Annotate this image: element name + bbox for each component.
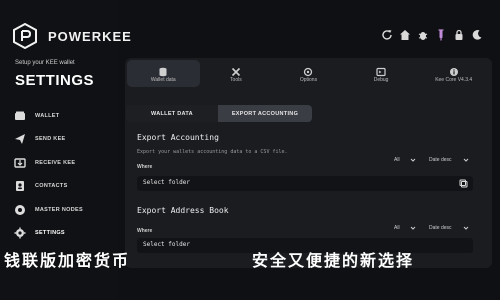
- settings-icon: [14, 227, 26, 239]
- syringe-icon[interactable]: [435, 29, 447, 41]
- refresh-icon[interactable]: [381, 29, 393, 41]
- sidebar-subtitle: Setup your KEE wallet: [15, 60, 75, 66]
- sidebar-item-label: SEND KEE: [35, 136, 66, 143]
- sidebar-item-label: MASTER NODES: [35, 206, 83, 213]
- sidebar-item-label: RECEIVE KEE: [35, 159, 76, 166]
- sidebar-item-label: WALLET: [35, 112, 60, 119]
- subtab-wallet-data[interactable]: WALLET DATA: [126, 105, 218, 122]
- tab-tools[interactable]: Tools: [200, 60, 273, 87]
- receive-icon: [14, 157, 26, 169]
- filter-value: All: [394, 157, 400, 163]
- debug-icon: [376, 64, 386, 77]
- export-accounting-folder-field[interactable]: Select folder: [137, 176, 473, 191]
- lock-icon[interactable]: [453, 29, 465, 41]
- tab-label: Tools: [230, 77, 242, 83]
- tab-options[interactable]: Options: [272, 60, 345, 87]
- tools-icon: [231, 64, 241, 77]
- copy-icon[interactable]: [459, 179, 468, 188]
- sidebar-item-receive-kee[interactable]: RECEIVE KEE: [14, 151, 112, 175]
- tab-label: Wallet data: [150, 77, 176, 83]
- main-panel: [125, 58, 492, 268]
- sidebar-nav: WALLET SEND KEE RECEIVE KEE CONTACTS MAS…: [14, 104, 112, 245]
- sort-dropdown[interactable]: Date desc: [429, 157, 469, 163]
- options-icon: [303, 64, 313, 77]
- top-toolbar: [381, 29, 483, 41]
- tab-debug[interactable]: Debug: [345, 60, 418, 87]
- tab-label: Debug: [373, 77, 389, 83]
- sort-dropdown[interactable]: Date desc: [429, 225, 469, 231]
- sidebar-item-master-nodes[interactable]: MASTER NODES: [14, 198, 112, 222]
- banner-text-left: 钱联版加密货币: [4, 251, 131, 270]
- sort-value: Date desc: [429, 225, 452, 231]
- filter-value: All: [394, 225, 400, 231]
- wallet-data-subtabs: WALLET DATA EXPORT ACCOUNTING: [126, 105, 312, 122]
- moon-icon[interactable]: [471, 29, 483, 41]
- where-label: Where: [137, 164, 153, 170]
- tab-label: Options: [299, 77, 318, 83]
- folder-placeholder: Select folder: [143, 179, 190, 186]
- sidebar-item-contacts[interactable]: CONTACTS: [14, 175, 112, 199]
- brand-name: POWERKEE: [48, 28, 132, 44]
- page-title: SETTINGS: [15, 72, 95, 89]
- chevron-down-icon: [463, 226, 469, 230]
- export-address-book-title: Export Address Book: [137, 206, 229, 215]
- bug-icon[interactable]: [417, 29, 429, 41]
- sidebar-item-label: CONTACTS: [35, 183, 68, 190]
- sort-value: Date desc: [429, 157, 452, 163]
- contacts-icon: [14, 180, 26, 192]
- subtab-export-accounting[interactable]: EXPORT ACCOUNTING: [218, 105, 312, 122]
- home-icon[interactable]: [399, 29, 411, 41]
- sidebar-item-send-kee[interactable]: SEND KEE: [14, 128, 112, 152]
- filter-dropdown[interactable]: All: [394, 157, 416, 163]
- chevron-down-icon: [463, 158, 469, 162]
- send-icon: [14, 133, 26, 145]
- chevron-down-icon: [410, 226, 416, 230]
- powerkee-logo-icon: [13, 23, 37, 49]
- sidebar-item-label: SETTINGS: [35, 230, 65, 237]
- banner-text-right: 安全又便捷的新选择: [252, 251, 415, 270]
- wallet-icon: [14, 110, 26, 122]
- database-icon: [158, 64, 168, 77]
- where-label: Where: [137, 228, 153, 234]
- sidebar-item-wallet[interactable]: WALLET: [14, 104, 112, 128]
- filter-dropdown[interactable]: All: [394, 225, 416, 231]
- info-icon: [449, 64, 459, 76]
- masternodes-icon: [14, 204, 26, 216]
- sidebar-item-settings[interactable]: SETTINGS: [14, 222, 112, 246]
- export-accounting-description: Export your wallets accounting data to a…: [137, 149, 288, 155]
- export-accounting-title: Export Accounting: [137, 133, 219, 142]
- overlay-banner: 钱联版加密货币 安全又便捷的新选择: [0, 247, 500, 270]
- chevron-down-icon: [410, 158, 416, 162]
- brand: POWERKEE: [12, 23, 132, 49]
- settings-tabs: Wallet data Tools Options Debug Kee Core…: [127, 60, 490, 87]
- tab-label: Kee Core V4.3.4: [435, 77, 473, 83]
- tab-wallet-data[interactable]: Wallet data: [127, 60, 200, 87]
- tab-kee-core[interactable]: Kee Core V4.3.4: [417, 60, 490, 87]
